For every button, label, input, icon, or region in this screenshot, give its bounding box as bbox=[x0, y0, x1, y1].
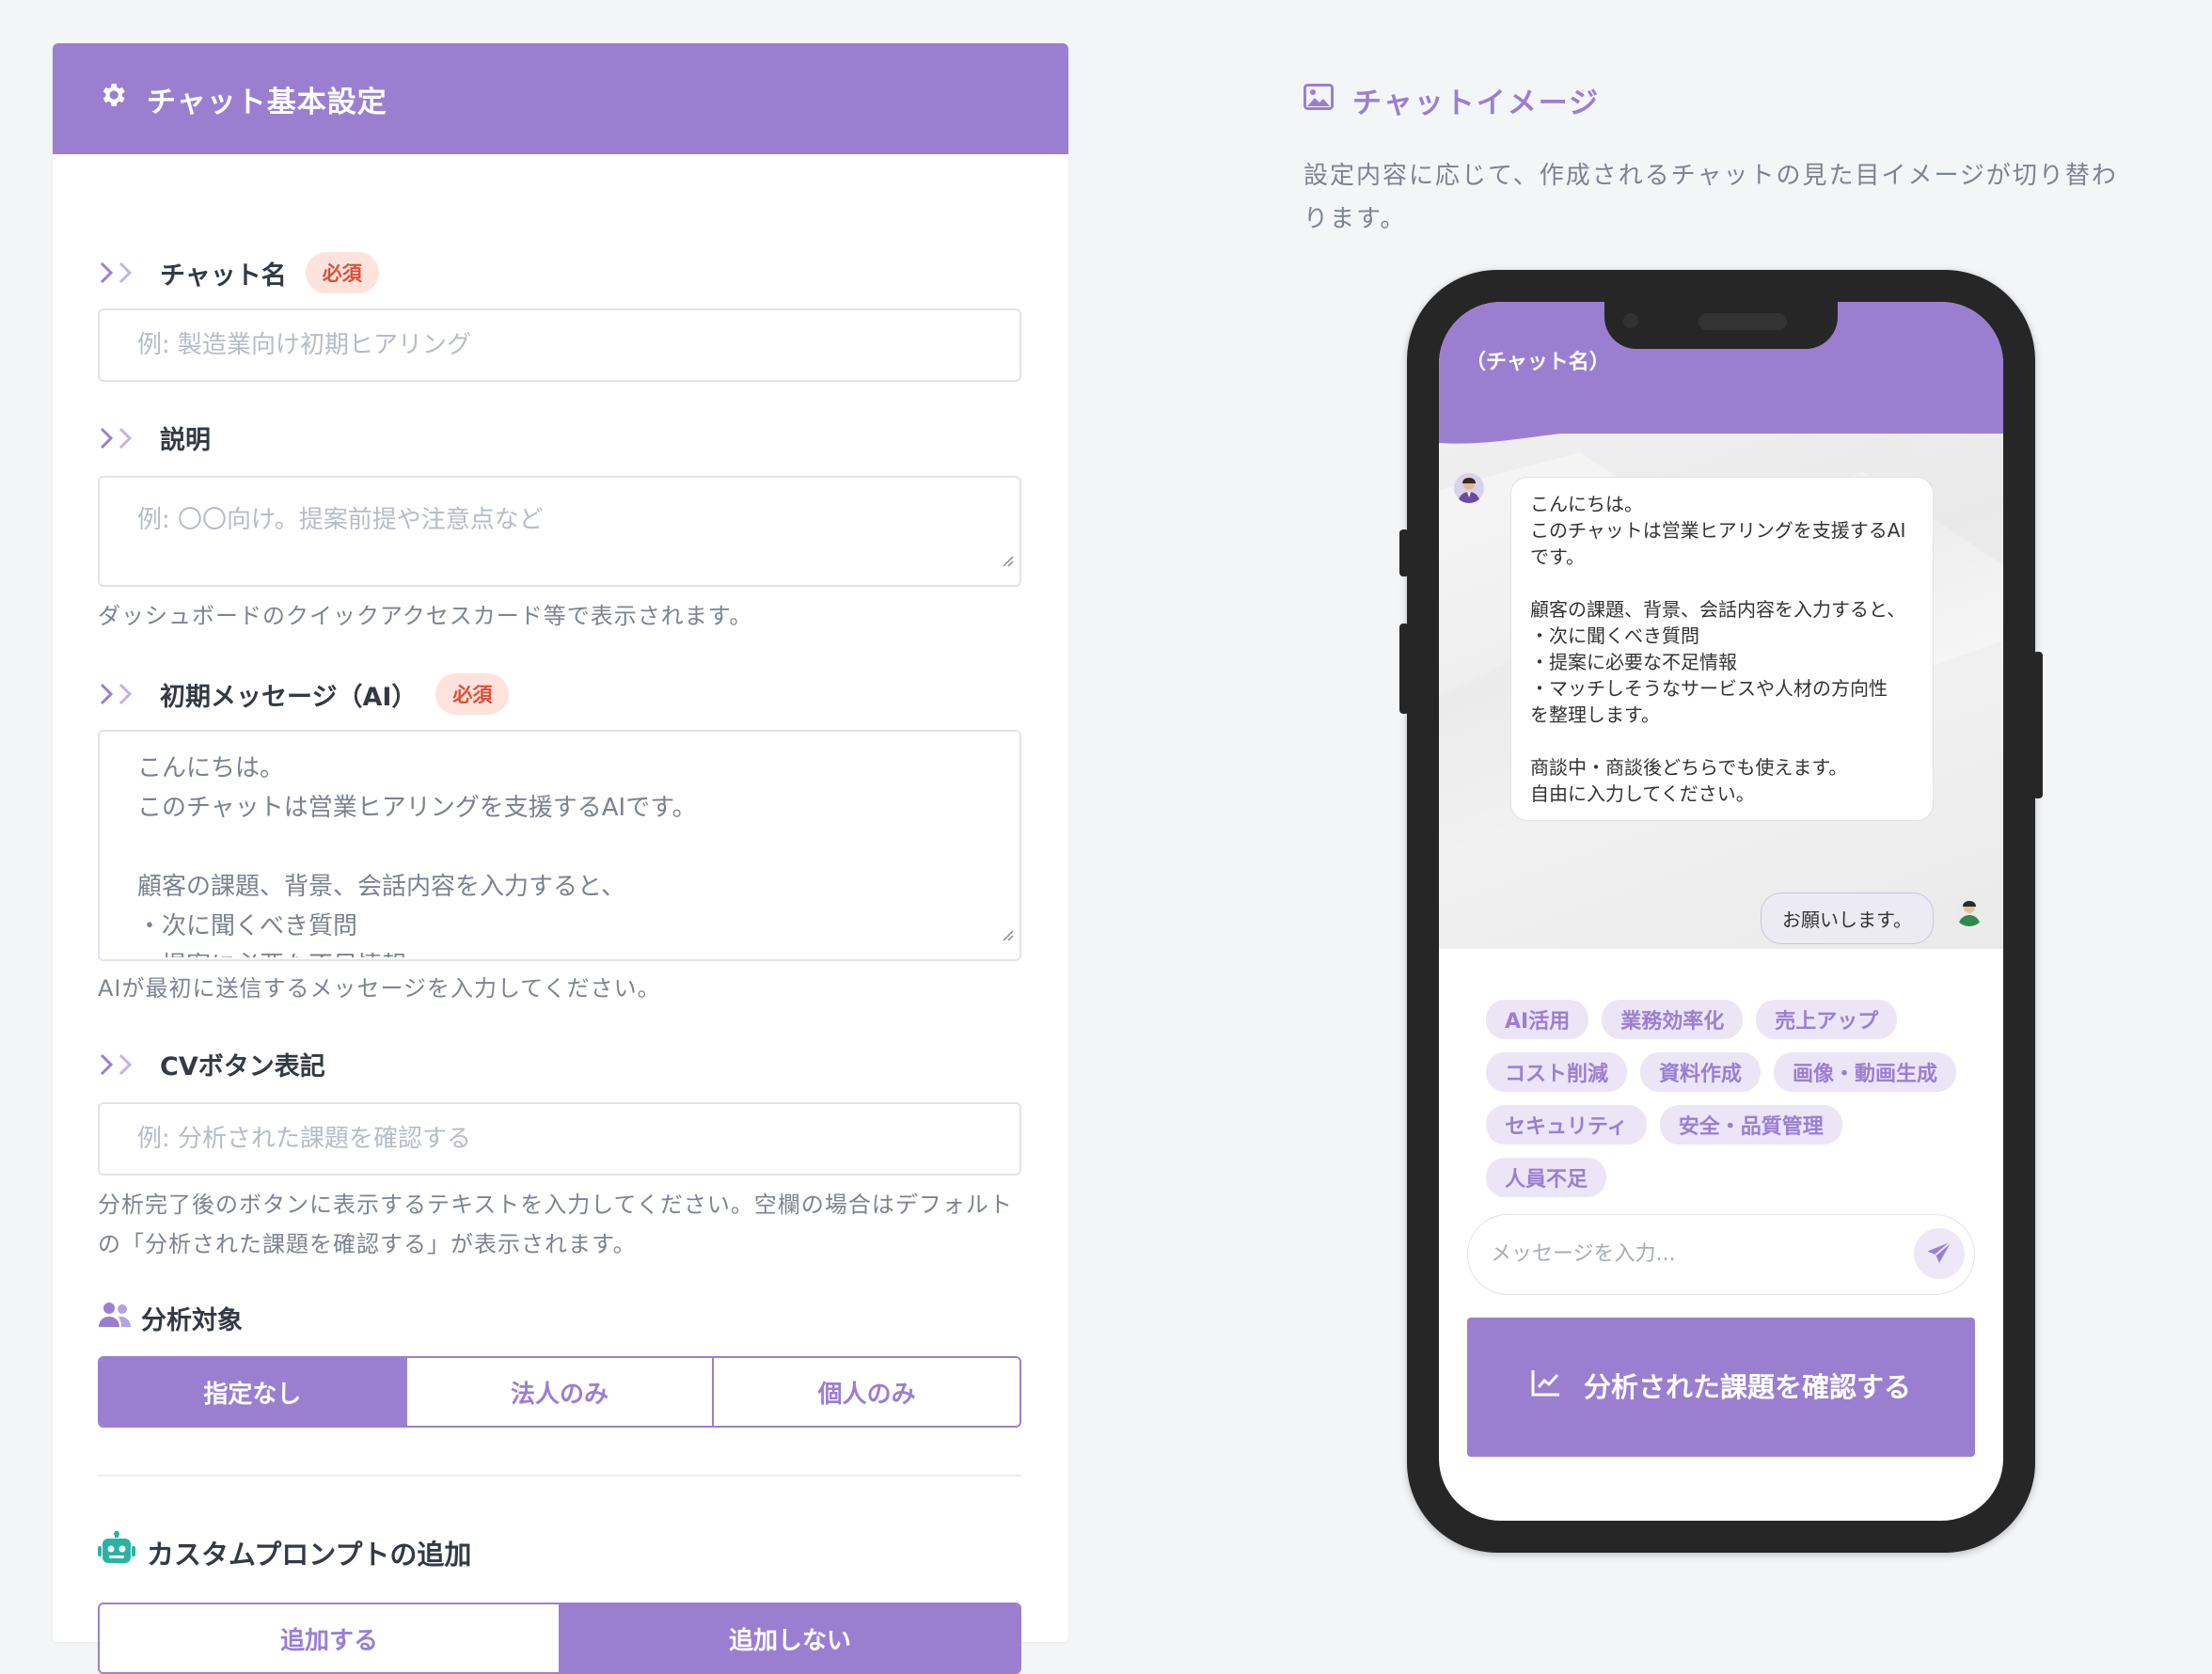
phone-side-button bbox=[1399, 624, 1409, 714]
initial-message-help: AIが最初に送信するメッセージを入力してください。 bbox=[98, 975, 661, 1002]
ai-message-bubble: こんにちは。 このチャットは営業ヒアリングを支援するAIです。 顧客の課題、背景… bbox=[1510, 477, 1934, 821]
user-avatar bbox=[1954, 896, 1984, 926]
initial-message-textarea[interactable]: こんにちは。 このチャットは営業ヒアリングを支援するAIです。 顧客の課題、背景… bbox=[98, 730, 1021, 961]
cv-button-label-row: CVボタン表記 bbox=[98, 1046, 325, 1082]
cv-button-text: 分析された課題を確認する bbox=[1583, 1371, 1911, 1403]
tag-chip[interactable]: AI活用 bbox=[1486, 1000, 1589, 1039]
analysis-target-label: 分析対象 bbox=[141, 1306, 243, 1335]
ai-avatar bbox=[1454, 473, 1484, 503]
resize-grip-icon[interactable] bbox=[999, 914, 1014, 954]
cv-button[interactable]: 分析された課題を確認する bbox=[1467, 1318, 1975, 1457]
tag-chip[interactable]: 資料作成 bbox=[1640, 1052, 1762, 1092]
tag-chip[interactable]: 安全・品質管理 bbox=[1659, 1105, 1842, 1145]
tag-chip[interactable]: 画像・動画生成 bbox=[1774, 1052, 1957, 1092]
description-label-row: 説明 bbox=[98, 419, 211, 456]
tag-chip[interactable]: 人員不足 bbox=[1486, 1158, 1607, 1197]
preview-description: 設定内容に応じて、作成されるチャットの見た目イメージが切り替わります。 bbox=[1304, 162, 2118, 233]
custom-prompt-label: カスタムプロンプトの追加 bbox=[147, 1538, 472, 1571]
phone-mockup: （チャット名） こんにちは。 このチャットは営業ヒアリングを支援するAIです。 … bbox=[1399, 270, 2043, 1553]
chat-name-placeholder: 例: 製造業向け初期ヒアリング bbox=[137, 331, 472, 359]
tag-chip[interactable]: 業務効率化 bbox=[1602, 1000, 1744, 1039]
required-badge: 必須 bbox=[305, 252, 379, 293]
gear-icon bbox=[98, 80, 128, 118]
message-input-placeholder: メッセージを入力... bbox=[1491, 1242, 1676, 1266]
initial-message-label-row: 初期メッセージ（AI） 必須 bbox=[98, 673, 510, 715]
preview-title: チャットイメージ bbox=[1352, 87, 1601, 120]
preview-title-row: チャットイメージ bbox=[1304, 79, 1600, 121]
analysis-target-segmented: 指定なし 法人のみ 個人のみ bbox=[98, 1356, 1021, 1428]
description-textarea[interactable]: 例: 〇〇向け。提案前提や注意点など bbox=[98, 476, 1021, 587]
chat-name-label-row: チャット名 必須 bbox=[98, 252, 379, 293]
card-header: チャット基本設定 bbox=[53, 43, 1068, 154]
option-individual-only[interactable]: 個人のみ bbox=[714, 1358, 1019, 1426]
cv-button-placeholder: 例: 分析された課題を確認する bbox=[137, 1125, 472, 1153]
message-input[interactable]: メッセージを入力... bbox=[1467, 1214, 1975, 1295]
chat-name-input[interactable]: 例: 製造業向け初期ヒアリング bbox=[98, 308, 1021, 382]
cv-button-input[interactable]: 例: 分析された課題を確認する bbox=[98, 1102, 1021, 1176]
option-none[interactable]: 指定なし bbox=[100, 1358, 407, 1426]
users-icon bbox=[98, 1301, 132, 1335]
required-badge: 必須 bbox=[435, 673, 510, 715]
description-help: ダッシュボードのクイックアクセスカード等で表示されます。 bbox=[98, 603, 753, 629]
image-icon bbox=[1304, 83, 1334, 118]
resize-grip-icon[interactable] bbox=[999, 540, 1014, 579]
custom-prompt-segmented: 追加する 追加しない bbox=[98, 1603, 1021, 1674]
chat-settings-card: チャット基本設定 チャット名 必須 例: 製造業向け初期ヒアリング 説明 例: … bbox=[53, 43, 1068, 1674]
double-chevron-icon bbox=[98, 681, 139, 707]
description-placeholder: 例: 〇〇向け。提案前提や注意点など bbox=[137, 506, 544, 534]
double-chevron-icon bbox=[98, 1051, 139, 1078]
header-wave bbox=[1439, 396, 2003, 444]
initial-message-label: 初期メッセージ（AI） bbox=[160, 682, 418, 712]
tag-chip[interactable]: セキュリティ bbox=[1486, 1105, 1647, 1145]
section-divider bbox=[98, 1475, 1021, 1477]
option-add[interactable]: 追加する bbox=[100, 1604, 561, 1672]
chat-name-label: チャット名 bbox=[160, 261, 287, 291]
phone-side-button bbox=[1399, 529, 1409, 576]
cv-button-help: 分析完了後のボタンに表示するテキストを入力してください。空欄の場合はデフォルトの… bbox=[98, 1192, 1013, 1257]
chart-line-icon bbox=[1531, 1365, 1561, 1410]
tag-chip[interactable]: 売上アップ bbox=[1756, 1000, 1898, 1039]
robot-icon bbox=[98, 1531, 135, 1573]
option-corporate-only[interactable]: 法人のみ bbox=[406, 1358, 715, 1426]
send-button[interactable] bbox=[1914, 1228, 1965, 1279]
tag-chip[interactable]: コスト削減 bbox=[1486, 1052, 1628, 1092]
card-header-title: チャット基本設定 bbox=[147, 85, 387, 119]
phone-side-button bbox=[2033, 652, 2043, 798]
double-chevron-icon bbox=[98, 425, 139, 451]
chat-title: （チャット名） bbox=[1465, 351, 1610, 374]
initial-message-value: こんにちは。 このチャットは営業ヒアリングを支援するAIです。 顧客の課題、背景… bbox=[137, 754, 697, 957]
cv-button-label: CVボタン表記 bbox=[160, 1052, 325, 1082]
phone-notch bbox=[1604, 302, 1838, 349]
analysis-target-label-row: 分析対象 bbox=[98, 1300, 243, 1336]
suggestion-tags: AI活用 業務効率化 売上アップ コスト削減 資料作成 画像・動画生成 セキュリ… bbox=[1486, 1000, 1975, 1197]
custom-prompt-label-row: カスタムプロンプトの追加 bbox=[98, 1531, 471, 1573]
phone-screen: （チャット名） こんにちは。 このチャットは営業ヒアリングを支援するAIです。 … bbox=[1439, 302, 2003, 1521]
user-message-bubble: お願いします。 bbox=[1761, 892, 1934, 944]
description-label: 説明 bbox=[160, 426, 211, 455]
paper-plane-icon bbox=[1927, 1240, 1952, 1263]
double-chevron-icon bbox=[98, 260, 139, 286]
option-do-not-add[interactable]: 追加しない bbox=[561, 1604, 1019, 1672]
